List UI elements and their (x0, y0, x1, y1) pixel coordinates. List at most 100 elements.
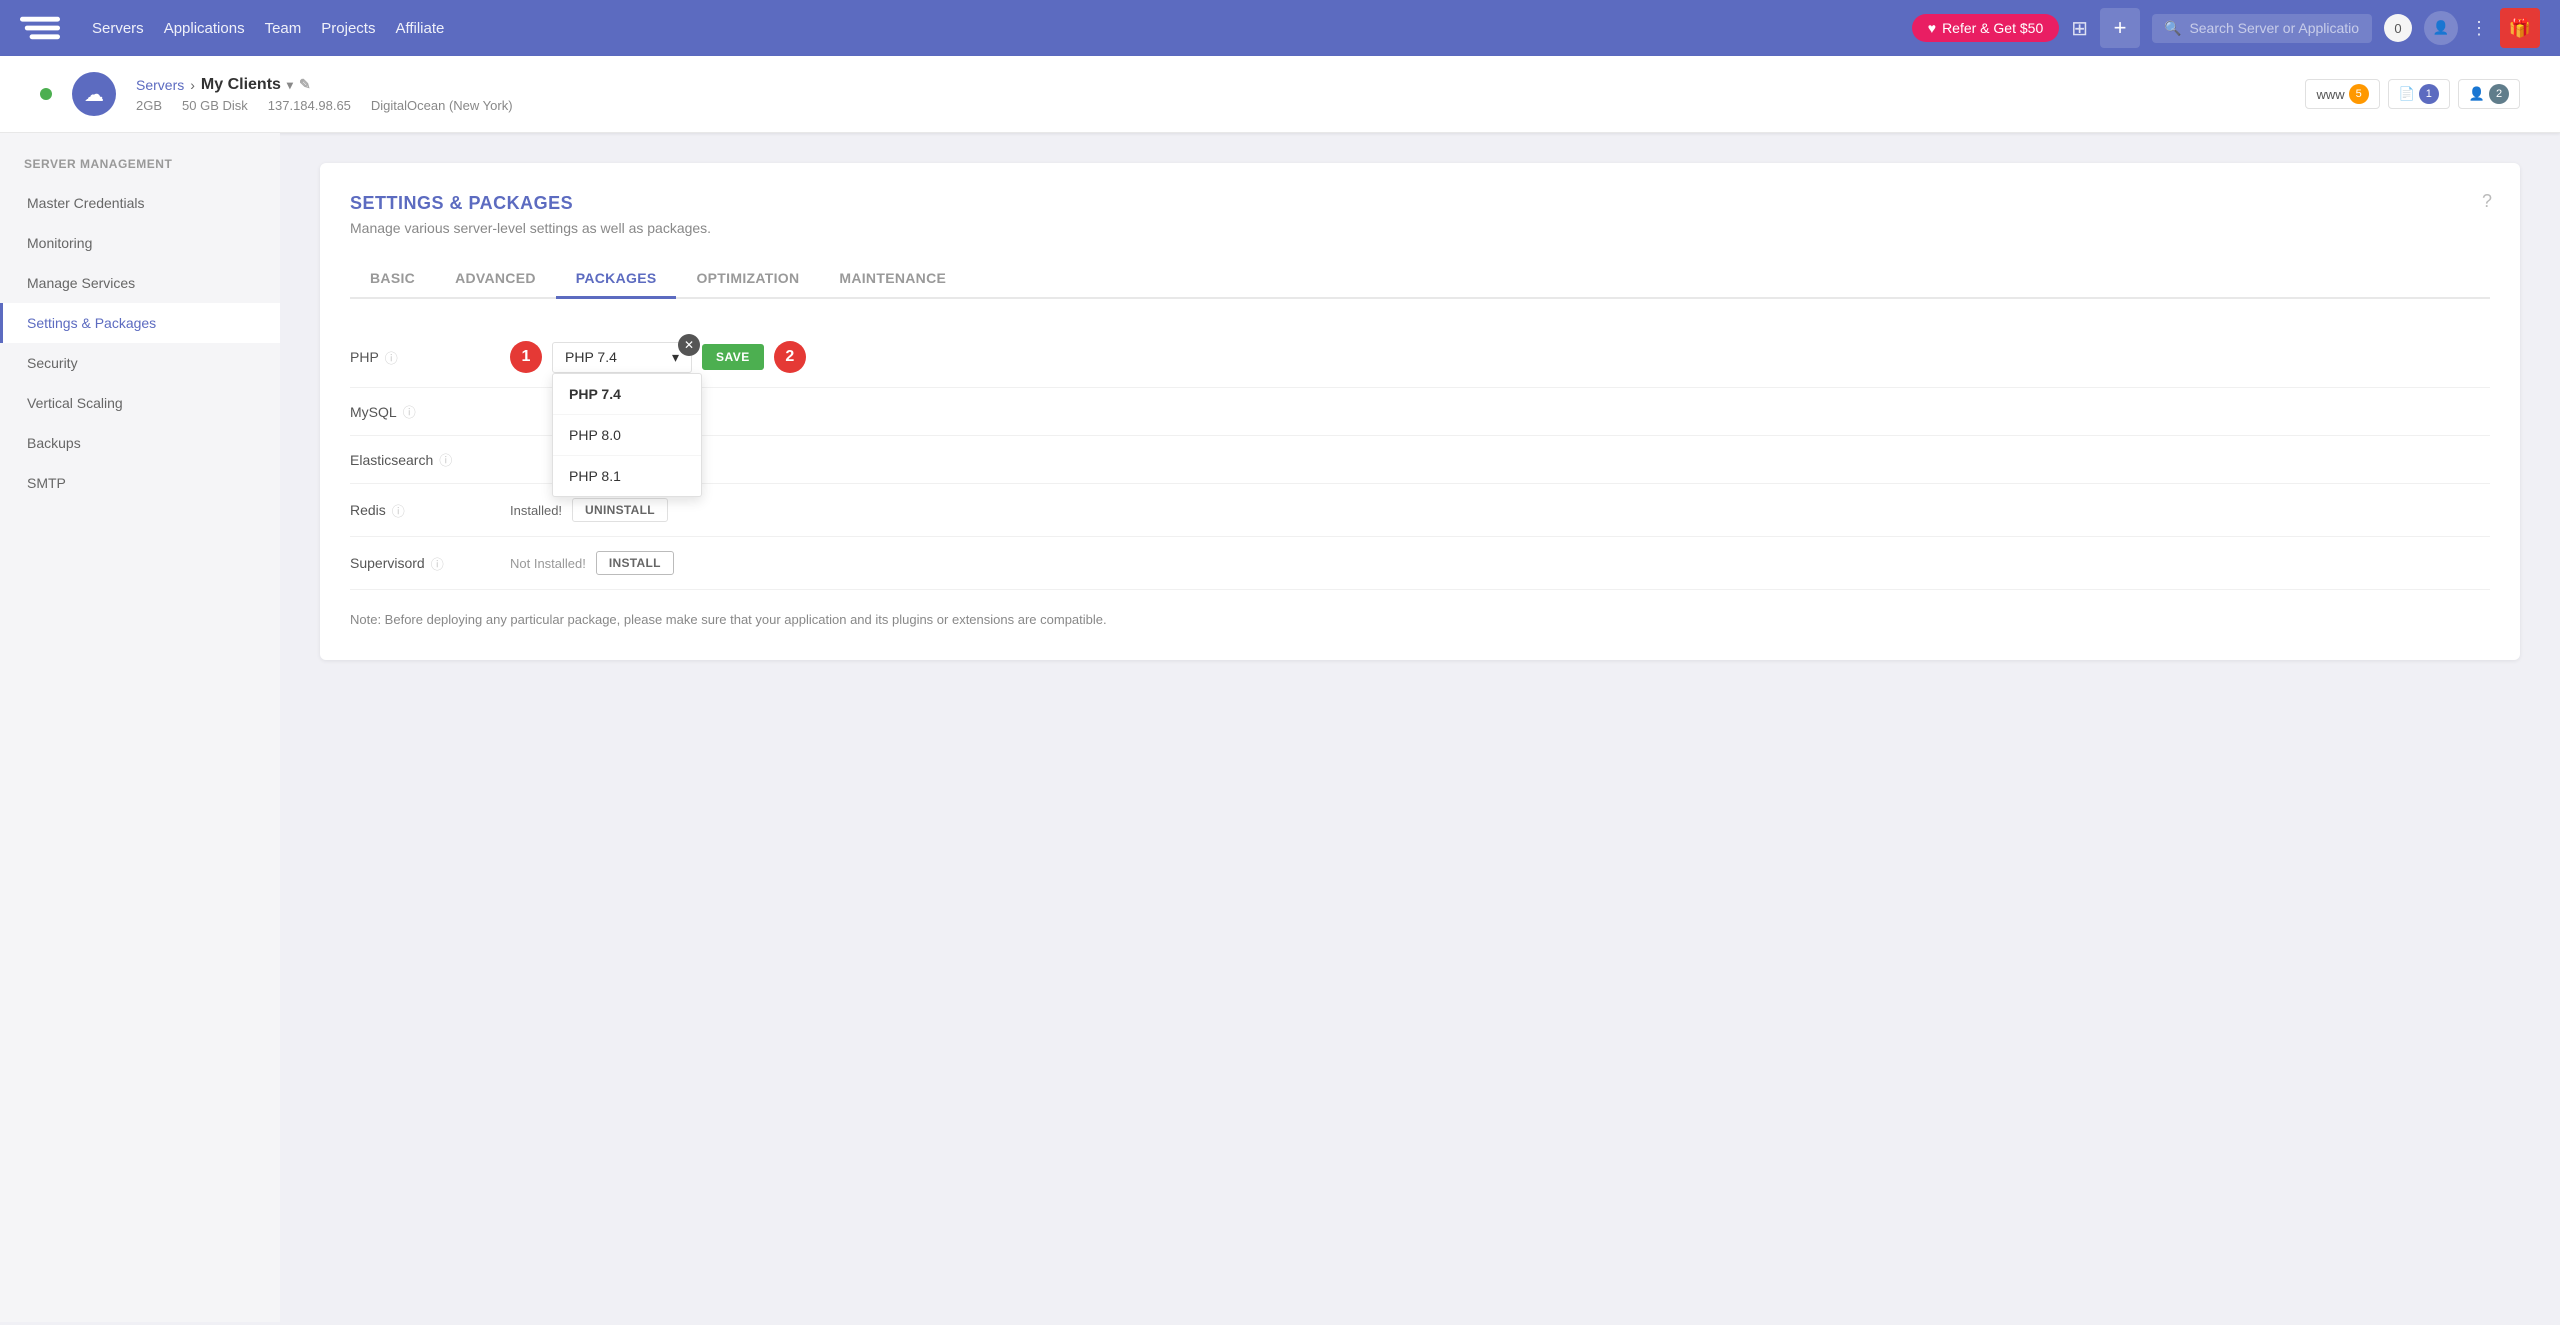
sidebar: Server Management Master Credentials Mon… (0, 133, 280, 1322)
main-content: SETTINGS & PACKAGES Manage various serve… (280, 133, 2560, 1322)
search-input[interactable] (2189, 20, 2360, 36)
search-icon: 🔍 (2164, 20, 2181, 37)
main-layout: Server Management Master Credentials Mon… (0, 133, 2560, 1322)
php-step-1-badge: 1 (510, 341, 542, 373)
caret-icon[interactable]: ▾ (287, 78, 293, 92)
user-badge[interactable]: 👤 2 (2458, 79, 2520, 109)
sidebar-item-monitoring[interactable]: Monitoring (0, 223, 280, 263)
nav-servers[interactable]: Servers (92, 20, 144, 37)
help-icon[interactable]: ? (2482, 191, 2492, 212)
redis-info-icon[interactable]: ⓘ (392, 501, 405, 520)
supervisord-status: Not Installed! (510, 556, 586, 571)
notification-badge[interactable]: 0 (2384, 14, 2412, 42)
redis-uninstall-button[interactable]: UNINSTALL (572, 498, 668, 522)
nav-team[interactable]: Team (265, 20, 302, 37)
php-save-button[interactable]: SAVE (702, 344, 764, 370)
php-dropdown-menu: PHP 7.4 PHP 8.0 PHP 8.1 (552, 373, 702, 497)
server-avatar: ☁ (72, 72, 116, 116)
plus-button[interactable]: + (2100, 8, 2140, 48)
supervisord-install-button[interactable]: INSTALL (596, 551, 674, 575)
sidebar-item-manage-services[interactable]: Manage Services (0, 263, 280, 303)
redis-value: Installed! UNINSTALL (510, 498, 2490, 522)
breadcrumb: Servers › My Clients ▾ ✎ (136, 76, 513, 94)
php-row: PHP ⓘ 1 PHP 7.4 ▾ PHP 7.4 P (350, 327, 2490, 388)
server-info: Servers › My Clients ▾ ✎ 2GB 50 GB Disk … (136, 76, 513, 113)
supervisord-value: Not Installed! INSTALL (510, 551, 2490, 575)
tab-basic[interactable]: BASIC (350, 260, 435, 299)
tabs: BASIC ADVANCED PACKAGES OPTIMIZATION MAI… (350, 260, 2490, 299)
php-dropdown-trigger[interactable]: PHP 7.4 ▾ (552, 342, 692, 373)
sidebar-item-vertical-scaling[interactable]: Vertical Scaling (0, 383, 280, 423)
note-text: Note: Before deploying any particular pa… (350, 610, 2490, 630)
grid-icon[interactable]: ⊞ (2071, 16, 2088, 41)
close-icon[interactable]: ✕ (678, 334, 700, 356)
chevron-down-icon: ▾ (672, 349, 679, 366)
sidebar-item-security[interactable]: Security (0, 343, 280, 383)
www-icon: www (2316, 87, 2344, 102)
heart-icon: ♥ (1928, 20, 1936, 36)
file-icon: 📄 (2399, 86, 2415, 102)
elasticsearch-label: Elasticsearch ⓘ (350, 450, 510, 469)
page-subtitle: Manage various server-level settings as … (350, 220, 2490, 236)
tab-maintenance[interactable]: MAINTENANCE (819, 260, 966, 299)
www-count: 5 (2349, 84, 2369, 104)
www-badge[interactable]: www 5 (2305, 79, 2379, 109)
sidebar-item-master-credentials[interactable]: Master Credentials (0, 183, 280, 223)
server-name: My Clients ▾ ✎ (201, 76, 311, 94)
logo[interactable] (20, 13, 60, 43)
servers-link[interactable]: Servers (136, 77, 184, 93)
mysql-label: MySQL ⓘ (350, 402, 510, 421)
nav-right: ♥ Refer & Get $50 ⊞ + 🔍 0 👤 ⋮ 🎁 (1912, 8, 2540, 48)
php-selected-value: PHP 7.4 (565, 349, 617, 365)
elasticsearch-info-icon[interactable]: ⓘ (439, 450, 452, 469)
tab-optimization[interactable]: OPTIMIZATION (676, 260, 819, 299)
server-provider: DigitalOcean (New York) (371, 98, 513, 113)
php-option-74[interactable]: PHP 7.4 (553, 374, 701, 415)
server-ip: 137.184.98.65 (268, 98, 351, 113)
sidebar-section-title: Server Management (0, 157, 280, 183)
nav-applications[interactable]: Applications (164, 20, 245, 37)
settings-packages-card: SETTINGS & PACKAGES Manage various serve… (320, 163, 2520, 660)
server-ram: 2GB (136, 98, 162, 113)
file-count: 1 (2419, 84, 2439, 104)
php-selector: 1 PHP 7.4 ▾ PHP 7.4 PHP 8.0 PHP 8.1 (510, 341, 806, 373)
redis-label: Redis ⓘ (350, 501, 510, 520)
mysql-info-icon[interactable]: ⓘ (403, 402, 416, 421)
file-badge[interactable]: 📄 1 (2388, 79, 2450, 109)
tab-packages[interactable]: PACKAGES (556, 260, 677, 299)
server-info-bar: ☁ Servers › My Clients ▾ ✎ 2GB 50 GB Dis… (0, 56, 2560, 133)
edit-icon[interactable]: ✎ (299, 76, 311, 93)
supervisord-row: Supervisord ⓘ Not Installed! INSTALL (350, 537, 2490, 590)
server-specs: 2GB 50 GB Disk 137.184.98.65 DigitalOcea… (136, 98, 513, 113)
refer-label: Refer & Get $50 (1942, 20, 2043, 36)
server-status-dot (40, 88, 52, 100)
sidebar-item-settings-packages[interactable]: Settings & Packages (0, 303, 280, 343)
php-option-81[interactable]: PHP 8.1 (553, 456, 701, 496)
php-label: PHP ⓘ (350, 348, 510, 367)
breadcrumb-separator: › (190, 77, 195, 93)
redis-status: Installed! (510, 503, 562, 518)
php-info-icon[interactable]: ⓘ (385, 348, 398, 367)
search-box[interactable]: 🔍 (2152, 14, 2372, 43)
nav-affiliate[interactable]: Affiliate (395, 20, 444, 37)
server-badges: www 5 📄 1 👤 2 (2305, 79, 2520, 109)
php-value: 1 PHP 7.4 ▾ PHP 7.4 PHP 8.0 PHP 8.1 (510, 341, 2490, 373)
sidebar-item-smtp[interactable]: SMTP (0, 463, 280, 503)
user-count: 2 (2489, 84, 2509, 104)
top-navigation: Servers Applications Team Projects Affil… (0, 0, 2560, 56)
refer-button[interactable]: ♥ Refer & Get $50 (1912, 14, 2059, 42)
php-step-2-badge: 2 (774, 341, 806, 373)
nav-projects[interactable]: Projects (321, 20, 375, 37)
page-title: SETTINGS & PACKAGES (350, 193, 2490, 214)
php-option-80[interactable]: PHP 8.0 (553, 415, 701, 456)
supervisord-label: Supervisord ⓘ (350, 554, 510, 573)
supervisord-info-icon[interactable]: ⓘ (431, 554, 444, 573)
more-options-icon[interactable]: ⋮ (2470, 18, 2488, 39)
tab-advanced[interactable]: ADVANCED (435, 260, 556, 299)
avatar-button[interactable]: 👤 (2424, 11, 2458, 45)
server-disk: 50 GB Disk (182, 98, 248, 113)
gift-button[interactable]: 🎁 (2500, 8, 2540, 48)
user-icon: 👤 (2469, 86, 2485, 102)
sidebar-item-backups[interactable]: Backups (0, 423, 280, 463)
php-dropdown-container: PHP 7.4 ▾ PHP 7.4 PHP 8.0 PHP 8.1 ✕ (552, 342, 692, 373)
